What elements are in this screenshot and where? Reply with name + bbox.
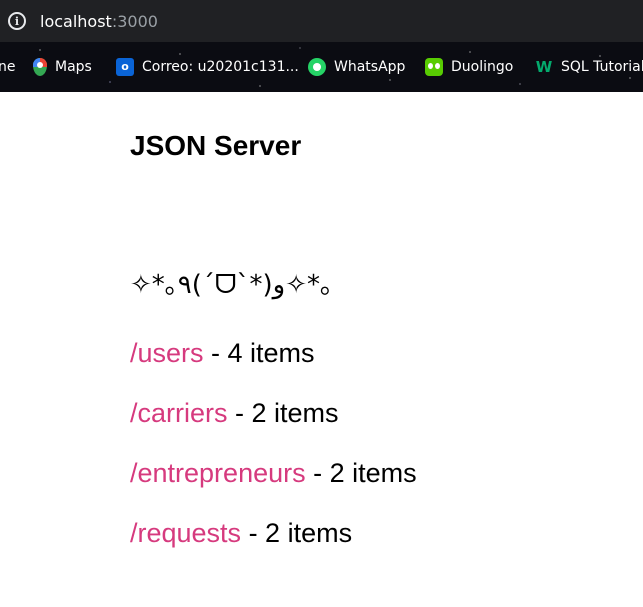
whatsapp-icon [308, 58, 326, 76]
bookmark-sql-tutorial[interactable]: W SQL Tutorial [535, 42, 643, 92]
resource-item-carriers: /carriers - 2 items [130, 398, 339, 429]
resource-link[interactable]: /requests [130, 518, 241, 548]
address-bar[interactable]: localhost:3000 [40, 12, 158, 31]
browser-toolbar: i localhost:3000 [0, 0, 643, 42]
bookmark-duolingo[interactable]: Duolingo [425, 42, 513, 92]
bookmark-partial[interactable]: ne [0, 42, 16, 92]
resource-count: - 2 items [241, 518, 353, 548]
bookmark-label: Correo: u20201c131... [142, 59, 299, 75]
resource-link[interactable]: /users [130, 338, 204, 368]
maps-icon [33, 58, 47, 76]
bookmark-label: Maps [55, 59, 92, 75]
bookmark-whatsapp[interactable]: WhatsApp [308, 42, 405, 92]
bookmark-maps[interactable]: Maps [33, 42, 92, 92]
outlook-icon: o [116, 58, 134, 76]
duolingo-icon [425, 58, 443, 76]
resource-count: - 2 items [227, 398, 339, 428]
bookmark-label: WhatsApp [334, 59, 406, 75]
url-host: localhost [40, 11, 112, 31]
resource-count: - 4 items [203, 338, 315, 368]
kaomoji-text: ✧*｡٩(ˊᗜˋ*)و✧*｡ [130, 270, 333, 300]
resource-item-requests: /requests - 2 items [130, 518, 352, 549]
resource-item-users: /users - 4 items [130, 338, 315, 369]
resource-link[interactable]: /entrepreneurs [130, 458, 306, 488]
bookmark-partial-label: ne [0, 59, 16, 75]
resource-count: - 2 items [305, 458, 417, 488]
page-title: JSON Server [130, 130, 302, 161]
bookmark-label: Duolingo [451, 59, 514, 75]
url-port: :3000 [111, 11, 158, 31]
bookmark-label: SQL Tutorial [561, 59, 643, 75]
w3schools-icon: W [535, 58, 553, 76]
resource-link[interactable]: /carriers [130, 398, 228, 428]
resource-item-entrepreneurs: /entrepreneurs - 2 items [130, 458, 417, 489]
site-info-icon[interactable]: i [8, 12, 26, 30]
bookmarks-bar: ne Maps o Correo: u20201c131... WhatsApp… [0, 42, 643, 92]
bookmark-outlook[interactable]: o Correo: u20201c131... [116, 42, 299, 92]
